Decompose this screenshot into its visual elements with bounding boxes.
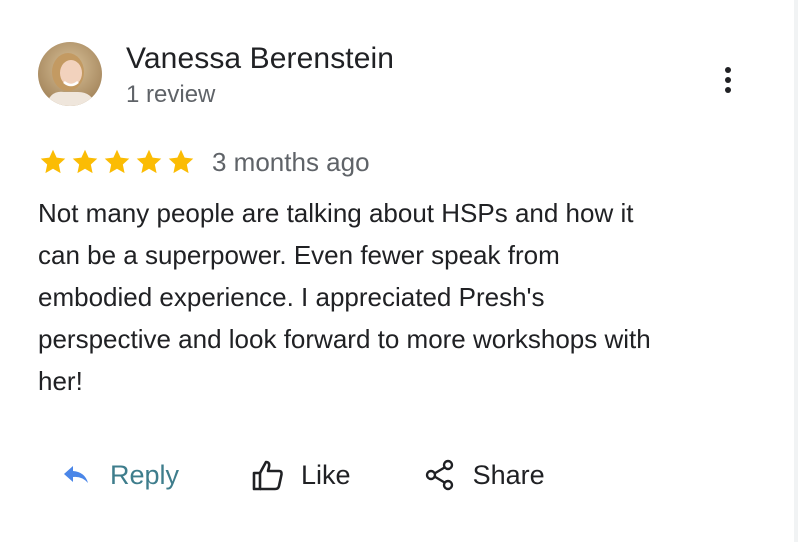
star-icon [38,148,68,176]
reply-arrow-icon [62,464,90,486]
reply-label: Reply [110,460,180,490]
more-options-button[interactable] [712,62,744,98]
share-icon [425,459,455,491]
like-label: Like [301,460,351,490]
review-header: Vanessa Berenstein 1 review [38,42,394,110]
share-label: Share [472,460,545,490]
more-vert-icon-dot [725,87,731,93]
scrollbar-track[interactable] [794,0,798,542]
share-button[interactable]: Share [425,459,545,491]
thumbs-up-icon [251,459,285,491]
star-icon [70,148,100,176]
more-vert-icon [725,67,731,73]
author-review-count: 1 review [126,81,216,108]
more-vert-icon-dot [725,77,731,83]
rating-row: 3 months ago [38,146,370,178]
star-rating [38,148,198,176]
star-icon [134,148,164,176]
star-icon [102,148,132,176]
review-actions: Reply Like Share [62,452,545,498]
review-date: 3 months ago [212,147,370,177]
like-button[interactable]: Like [251,459,351,491]
author-info: Vanessa Berenstein 1 review [126,42,394,110]
review-card: Vanessa Berenstein 1 review 3 months ago… [0,0,798,542]
star-icon [166,148,196,176]
author-name[interactable]: Vanessa Berenstein [126,42,394,76]
avatar[interactable] [38,42,102,106]
review-text: Not many people are talking about HSPs a… [38,198,651,396]
reply-button[interactable]: Reply [62,459,179,491]
